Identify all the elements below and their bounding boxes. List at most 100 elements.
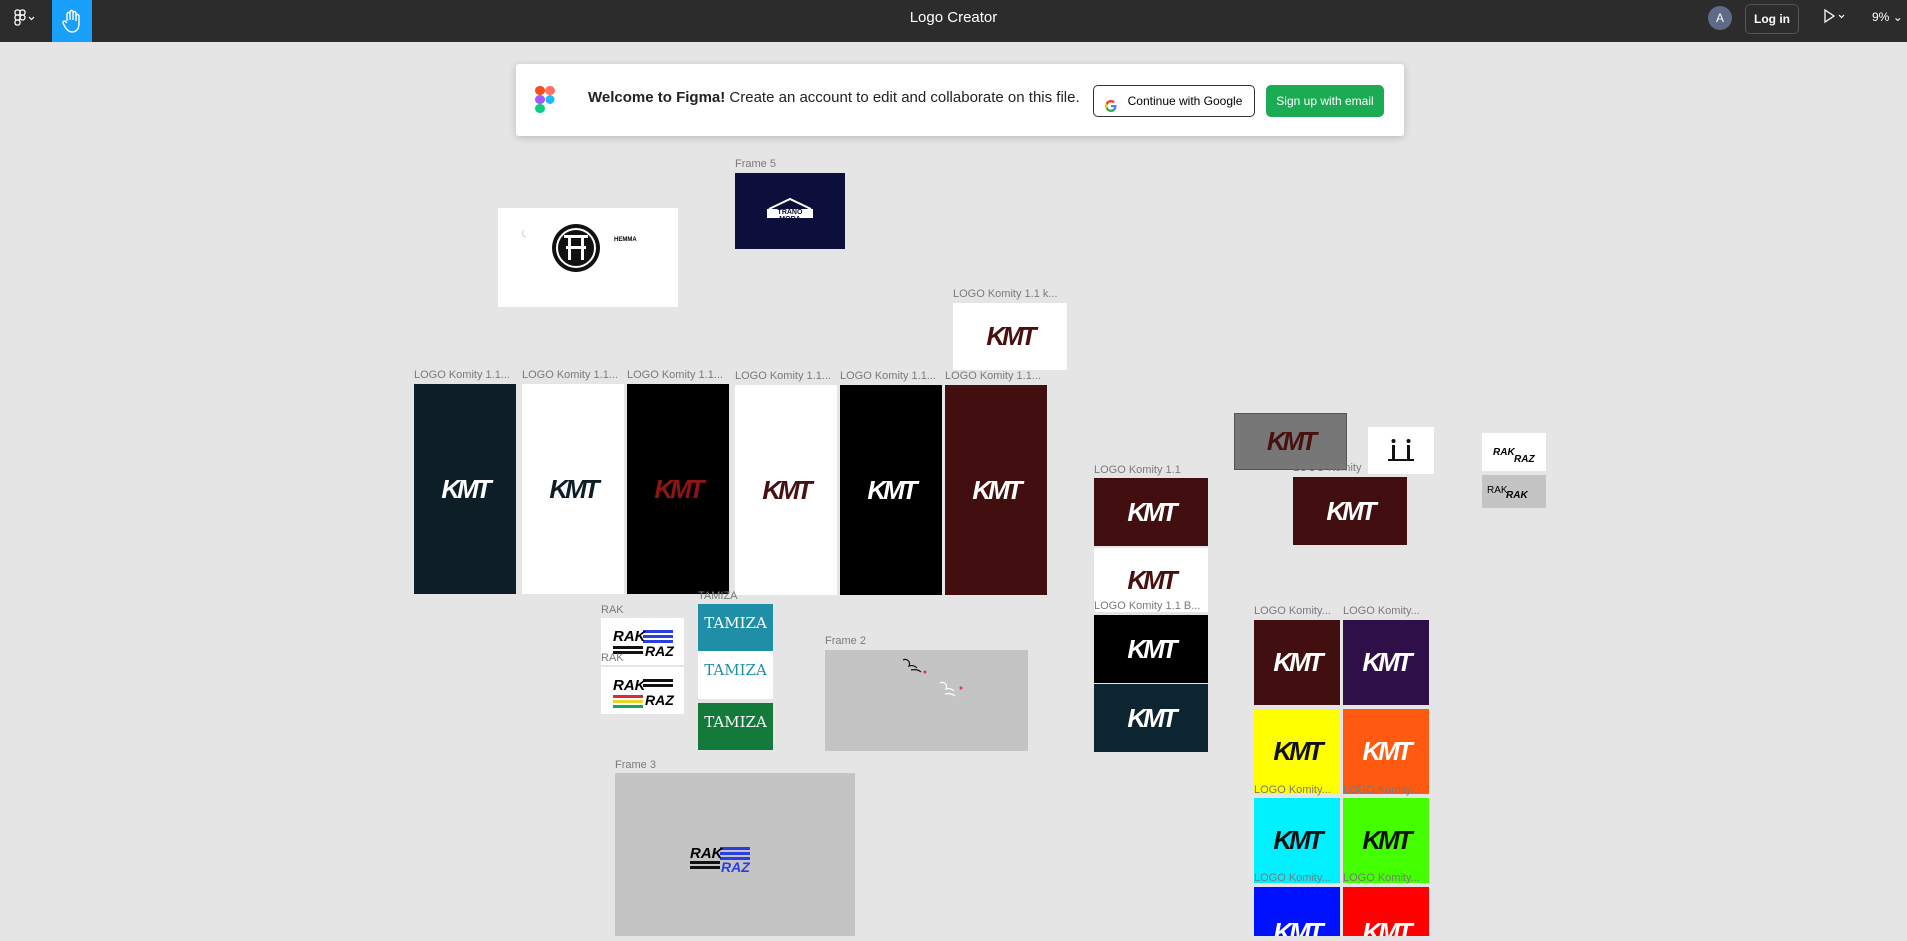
kmt-color-frame-orange[interactable]: KMT <box>1343 709 1429 794</box>
welcome-message: Welcome to Figma! Create an account to e… <box>588 89 1080 106</box>
kmt-logo: KMT <box>1273 825 1323 855</box>
frame3[interactable]: RAK RAZ <box>615 773 855 936</box>
figma-logo-icon <box>534 85 556 115</box>
hemma-logo-icon <box>522 224 600 272</box>
kmt-color-frame-yellow[interactable]: KMT <box>1254 709 1340 794</box>
rak-label-1: RAK <box>601 604 624 616</box>
kmt-tall-frame-4[interactable]: KMT <box>735 385 837 595</box>
kmt-logo: KMT <box>1127 702 1177 733</box>
rak-text-2: RAK <box>1506 490 1528 501</box>
kmt-logo: KMT <box>549 473 599 504</box>
script-logo-icon <box>902 658 963 697</box>
top-toolbar: Logo Creator A Log in 9% ⌄ <box>0 0 1907 42</box>
frame5-label: Frame 5 <box>735 158 776 170</box>
rak-stripes-icon <box>690 847 750 869</box>
tamiza-text: TAMIZA <box>704 614 767 632</box>
kmt-color-frame-red[interactable]: KMT <box>1343 887 1429 936</box>
tamiza-frame-3[interactable]: TAMIZA <box>698 703 773 750</box>
komity11-frame-4[interactable]: KMT <box>1094 684 1208 752</box>
rakraz-small-frame-1[interactable]: RAK RAZ <box>1482 433 1546 471</box>
zoom-value: 9% <box>1872 10 1890 24</box>
grid-label-5: LOGO Komity... <box>1254 872 1331 884</box>
kmt-color-frame-purple[interactable]: KMT <box>1343 620 1429 705</box>
rakraz-small-frame-2[interactable]: RAK RAK <box>1482 475 1546 508</box>
tamiza-text: TAMIZA <box>704 661 767 679</box>
rak-text: RAK <box>613 677 646 694</box>
kmt-logo: KMT <box>441 473 491 504</box>
kmt-tall-frame-3[interactable]: KMT <box>627 384 729 594</box>
avatar[interactable]: A <box>1708 6 1732 30</box>
kmt-logo: KMT <box>1273 917 1323 936</box>
raz-text: RAZ <box>1514 454 1535 465</box>
welcome-banner: Welcome to Figma! Create an account to e… <box>516 64 1404 136</box>
row-label-6: LOGO Komity 1.1... <box>945 370 1041 382</box>
komity11-label: LOGO Komity 1.1 <box>1094 464 1181 476</box>
komity11b-label: LOGO Komity 1.1 B... <box>1094 600 1201 612</box>
kmt-logo: KMT <box>762 474 812 505</box>
kmt-tall-frame-6[interactable]: KMT <box>945 385 1047 595</box>
tamiza-label: TAMIZA <box>698 590 738 602</box>
grid-label-3: LOGO Komity... <box>1254 784 1331 796</box>
kmt-logo: KMT <box>1273 736 1323 766</box>
ii-logo-icon <box>1388 439 1414 461</box>
komity11-frame-3[interactable]: KMT <box>1094 615 1208 683</box>
welcome-text: Create an account to edit and collaborat… <box>725 89 1080 106</box>
komity-k-label: LOGO Komity 1.1 k... <box>953 288 1058 300</box>
kmt-color-frame-blue[interactable]: KMT <box>1254 887 1340 936</box>
raz-text: RAZ <box>645 692 674 708</box>
rak-text: RAK <box>1487 485 1508 496</box>
file-title: Logo Creator <box>909 9 998 26</box>
present-play-icon[interactable] <box>1822 8 1846 27</box>
kmt-logo: KMT <box>986 321 1036 351</box>
google-button-label: Continue with Google <box>1127 94 1243 108</box>
kmt-logo: KMT <box>1362 647 1412 677</box>
kmt-logo: KMT <box>1326 495 1376 526</box>
hemma-frame[interactable]: HEMMA <box>498 208 678 307</box>
kmt-logo: KMT <box>1127 633 1177 664</box>
grid-label-2: LOGO Komity... <box>1343 605 1420 617</box>
komity-label: LOGO Komity <box>1293 462 1362 474</box>
komity11-frame-1[interactable]: KMT <box>1094 478 1208 546</box>
tamiza-frame-2[interactable]: TAMIZA <box>698 651 773 699</box>
komity-k-frame[interactable]: KMT <box>953 303 1067 370</box>
tamiza-text: TAMIZA <box>704 713 767 731</box>
google-icon <box>1104 94 1118 112</box>
kmt-color-frame-cyan[interactable]: KMT <box>1254 798 1340 883</box>
kmt-logo: KMT <box>1362 825 1412 855</box>
zoom-level[interactable]: 9% ⌄ <box>1872 10 1903 24</box>
continue-with-google-button[interactable]: Continue with Google <box>1093 85 1255 117</box>
raz-text: RAZ <box>721 859 750 875</box>
rak-label-2: RAK <box>601 652 624 664</box>
kmt-color-frame-green[interactable]: KMT <box>1343 798 1429 883</box>
frame3-label: Frame 3 <box>615 759 656 771</box>
row-label-3: LOGO Komity 1.1... <box>627 369 723 381</box>
grid-label-4: LOGO Komity... <box>1343 784 1420 796</box>
frame2[interactable] <box>825 650 1028 751</box>
tamiza-frame-1[interactable]: TAMIZA <box>698 604 773 651</box>
welcome-bold: Welcome to Figma! <box>588 89 726 106</box>
grid-label-1: LOGO Komity... <box>1254 605 1331 617</box>
frame5-artwork[interactable]: TRANO MORA <box>735 173 845 249</box>
ii-logo-frame[interactable] <box>1368 427 1434 474</box>
row-label-1: LOGO Komity 1.1... <box>414 369 510 381</box>
sign-up-with-email-button[interactable]: Sign up with email <box>1266 85 1384 117</box>
kmt-logo: KMT <box>1362 917 1412 936</box>
kmt-tall-frame-1[interactable]: KMT <box>414 384 516 594</box>
raz-text: RAZ <box>645 643 674 659</box>
frame2-label: Frame 2 <box>825 635 866 647</box>
row-label-4: LOGO Komity 1.1... <box>735 370 831 382</box>
rak-frame-2[interactable]: RAK RAZ <box>601 667 684 714</box>
log-in-button[interactable]: Log in <box>1745 4 1799 34</box>
rak-text: RAK <box>690 845 723 862</box>
kmt-tall-frame-5[interactable]: KMT <box>840 385 942 595</box>
row-label-5: LOGO Komity 1.1... <box>840 370 936 382</box>
kmt-logo: KMT <box>1266 426 1317 456</box>
kmt-logo: KMT <box>1127 496 1177 527</box>
kmt-logo: KMT <box>654 473 704 504</box>
kmt-tall-frame-2[interactable]: KMT <box>522 384 624 594</box>
kmt-color-frame-maroon[interactable]: KMT <box>1254 620 1340 705</box>
row-label-2: LOGO Komity 1.1... <box>522 369 618 381</box>
rak-text: RAK <box>1493 447 1515 458</box>
komity-frame[interactable]: KMT <box>1293 477 1407 545</box>
frame5-logo-text: TRANO MORA <box>777 209 803 223</box>
